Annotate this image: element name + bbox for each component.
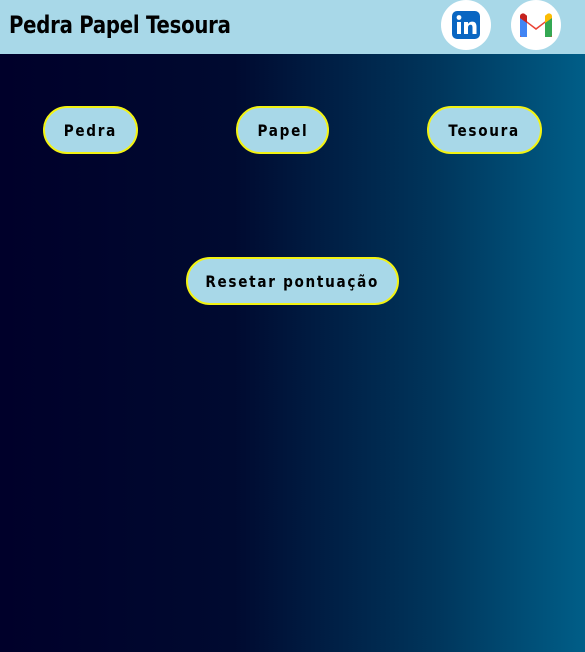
linkedin-link[interactable]	[441, 0, 491, 50]
papel-button-label: Papel	[257, 120, 308, 140]
papel-button[interactable]: Papel	[236, 106, 329, 154]
top-bar: Pedra Papel Tesoura	[0, 0, 585, 54]
reset-score-label: Resetar pontuação	[205, 271, 380, 291]
gmail-icon	[520, 13, 552, 37]
pedra-button-label: Pedra	[63, 120, 118, 140]
tesoura-button-label: Tesoura	[448, 120, 521, 140]
pedra-button[interactable]: Pedra	[43, 106, 138, 154]
linkedin-icon	[452, 11, 480, 39]
gmail-link[interactable]	[511, 0, 561, 50]
page-title: Pedra Papel Tesoura	[9, 11, 231, 39]
reset-score-button[interactable]: Resetar pontuação	[186, 257, 399, 305]
tesoura-button[interactable]: Tesoura	[427, 106, 542, 154]
